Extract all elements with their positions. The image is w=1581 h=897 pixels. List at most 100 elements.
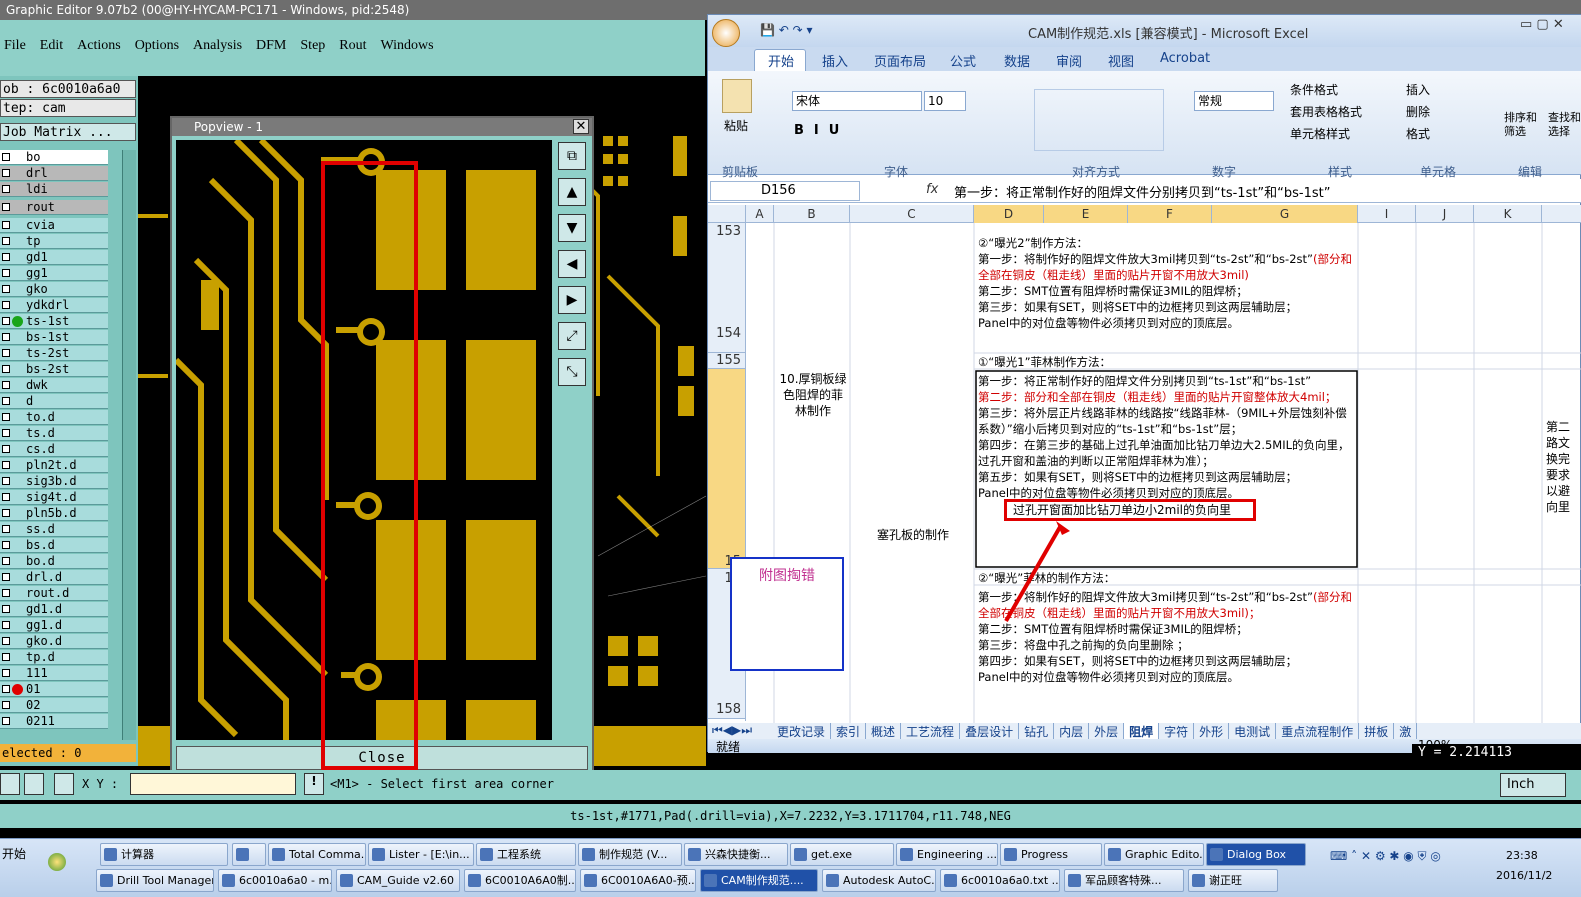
layer-drl-d[interactable]: drl.d	[0, 570, 108, 585]
pan-up-icon[interactable]: ▲	[558, 178, 586, 206]
taskbar-button[interactable]: CAM制作规范....	[700, 869, 818, 892]
layer-tp-d[interactable]: tp.d	[0, 650, 108, 665]
tab-insert[interactable]: 插入	[822, 51, 848, 70]
col-i[interactable]: I	[1358, 205, 1416, 223]
alert-icon[interactable]: !	[304, 773, 324, 795]
find-select-button[interactable]: 查找和选择	[1548, 111, 1581, 139]
cell-style-button[interactable]: 单元格样式	[1290, 123, 1362, 145]
sort-filter-button[interactable]: 排序和筛选	[1504, 111, 1544, 139]
popview-close-icon[interactable]: ✕	[573, 119, 589, 134]
layer-checkbox-icon[interactable]	[2, 461, 10, 469]
sheet-tab[interactable]: 重点流程制作	[1276, 723, 1360, 740]
tab-home[interactable]: 开始	[768, 51, 794, 70]
layer-sig4t-d[interactable]: sig4t.d	[0, 490, 108, 505]
menu-analysis[interactable]: Analysis	[193, 38, 242, 54]
taskbar-button[interactable]: 计算器	[100, 843, 228, 866]
sheet-tab[interactable]: 钻孔	[1019, 723, 1055, 740]
layer-ss-d[interactable]: ss.d	[0, 522, 108, 537]
menu-actions[interactable]: Actions	[77, 38, 121, 54]
quick-access-icons[interactable]: 💾 ↶ ↷ ▾	[760, 23, 813, 37]
layer-bs-2st[interactable]: bs-2st	[0, 362, 108, 377]
layer-checkbox-icon[interactable]	[2, 269, 10, 277]
paste-label[interactable]: 粘贴	[724, 117, 748, 134]
layer-ts-d[interactable]: ts.d	[0, 426, 108, 441]
layer-checkbox-icon[interactable]	[2, 301, 10, 309]
layer-bo[interactable]: bo	[0, 150, 108, 165]
layer-gko-d[interactable]: gko.d	[0, 634, 108, 649]
layer-gg1-d[interactable]: gg1.d	[0, 618, 108, 633]
sheet-tab[interactable]: 概述	[866, 723, 902, 740]
tool-icon-2[interactable]	[24, 773, 44, 795]
tab-acrobat[interactable]: Acrobat	[1160, 51, 1210, 66]
layer-pln5b-d[interactable]: pln5b.d	[0, 506, 108, 521]
layer-02[interactable]: 02	[0, 698, 108, 713]
layer-checkbox-icon[interactable]	[2, 685, 10, 693]
pan-left-icon[interactable]: ◀	[558, 250, 586, 278]
number-format-select[interactable]: 常规	[1194, 91, 1274, 111]
layer-checkbox-icon[interactable]	[2, 669, 10, 677]
taskbar-button[interactable]: Autodesk AutoC...	[822, 869, 936, 892]
layer-checkbox-icon[interactable]	[2, 589, 10, 597]
layer-sig3b-d[interactable]: sig3b.d	[0, 474, 108, 489]
layer-bs-1st[interactable]: bs-1st	[0, 330, 108, 345]
layer-ldi[interactable]: ldi	[0, 182, 108, 197]
menu-windows[interactable]: Windows	[381, 38, 434, 54]
layer-cvia[interactable]: cvia	[0, 218, 108, 233]
format-button[interactable]: 格式	[1406, 123, 1430, 145]
taskbar-button[interactable]	[232, 843, 266, 866]
layer-cs-d[interactable]: cs.d	[0, 442, 108, 457]
layer-checkbox-icon[interactable]	[2, 381, 10, 389]
layer-checkbox-icon[interactable]	[2, 185, 10, 193]
layer-checkbox-icon[interactable]	[2, 237, 10, 245]
col-b[interactable]: B	[774, 205, 850, 223]
layer-checkbox-icon[interactable]	[2, 349, 10, 357]
layer-checkbox-icon[interactable]	[2, 153, 10, 161]
sheet-tab[interactable]: 拼板	[1359, 723, 1395, 740]
layer-01[interactable]: 01	[0, 682, 108, 697]
layer-scrollbar[interactable]	[122, 150, 136, 740]
zoom-fit-icon[interactable]: ⧉	[558, 142, 586, 170]
taskbar-button[interactable]: 6C0010A6A0-预...	[580, 869, 696, 892]
col-e[interactable]: E	[1044, 205, 1128, 223]
sheet-nav-icons[interactable]: ⏮◀▶⏭	[712, 723, 752, 738]
paste-icon[interactable]	[722, 79, 752, 113]
sheet-tab[interactable]: 叠层设计	[960, 723, 1020, 740]
pan-right-icon[interactable]: ▶	[558, 286, 586, 314]
block1[interactable]: ②“曝光2”制作方法： 第一步：将制作好的阻焊文件放大3mil拷贝到“ts-2s…	[978, 235, 1356, 331]
tab-data[interactable]: 数据	[1004, 51, 1030, 70]
taskbar-button[interactable]: Drill Tool Manager	[96, 869, 214, 892]
layer-checkbox-icon[interactable]	[2, 701, 10, 709]
layer-checkbox-icon[interactable]	[2, 573, 10, 581]
layer-checkbox-icon[interactable]	[2, 203, 10, 211]
col-f[interactable]: F	[1128, 205, 1212, 223]
layer-checkbox-icon[interactable]	[2, 397, 10, 405]
tab-view[interactable]: 视图	[1108, 51, 1134, 70]
tool-icon-1[interactable]	[0, 773, 20, 795]
layer-gd1[interactable]: gd1	[0, 250, 108, 265]
tab-review[interactable]: 审阅	[1056, 51, 1082, 70]
layer-checkbox-icon[interactable]	[2, 717, 10, 725]
layer-rout[interactable]: rout	[0, 200, 108, 215]
taskbar-button[interactable]: 制作规范 (V...	[578, 843, 682, 866]
sheet-tab[interactable]: 工艺流程	[901, 723, 961, 740]
alignment-icons[interactable]	[1034, 89, 1164, 151]
layer-gg1[interactable]: gg1	[0, 266, 108, 281]
tab-formulas[interactable]: 公式	[950, 51, 976, 70]
layer-checkbox-icon[interactable]	[2, 493, 10, 501]
delete-button[interactable]: 删除	[1406, 101, 1430, 123]
sheet-tab[interactable]: 激	[1394, 723, 1418, 740]
conditional-format-button[interactable]: 条件格式	[1290, 79, 1362, 101]
layer-111[interactable]: 111	[0, 666, 108, 681]
formula-text[interactable]: 第一步：将正常制作好的阻焊文件分别拷贝到“ts-1st”和“bs-1st”	[954, 182, 1331, 201]
start-button[interactable]: 开始	[2, 845, 26, 862]
insert-button[interactable]: 插入	[1406, 79, 1430, 101]
fx-icon[interactable]: fx	[926, 182, 938, 197]
col-c[interactable]: C	[850, 205, 974, 223]
layer-checkbox-icon[interactable]	[2, 509, 10, 517]
layer-ts-1st[interactable]: ts-1st	[0, 314, 108, 329]
grid-icon[interactable]	[54, 773, 74, 795]
cell-c156[interactable]: 塞孔板的制作	[858, 527, 968, 543]
layer-dwk[interactable]: dwk	[0, 378, 108, 393]
taskbar-button[interactable]: Progress	[1000, 843, 1102, 866]
sheet-tab[interactable]: 外形	[1194, 723, 1230, 740]
